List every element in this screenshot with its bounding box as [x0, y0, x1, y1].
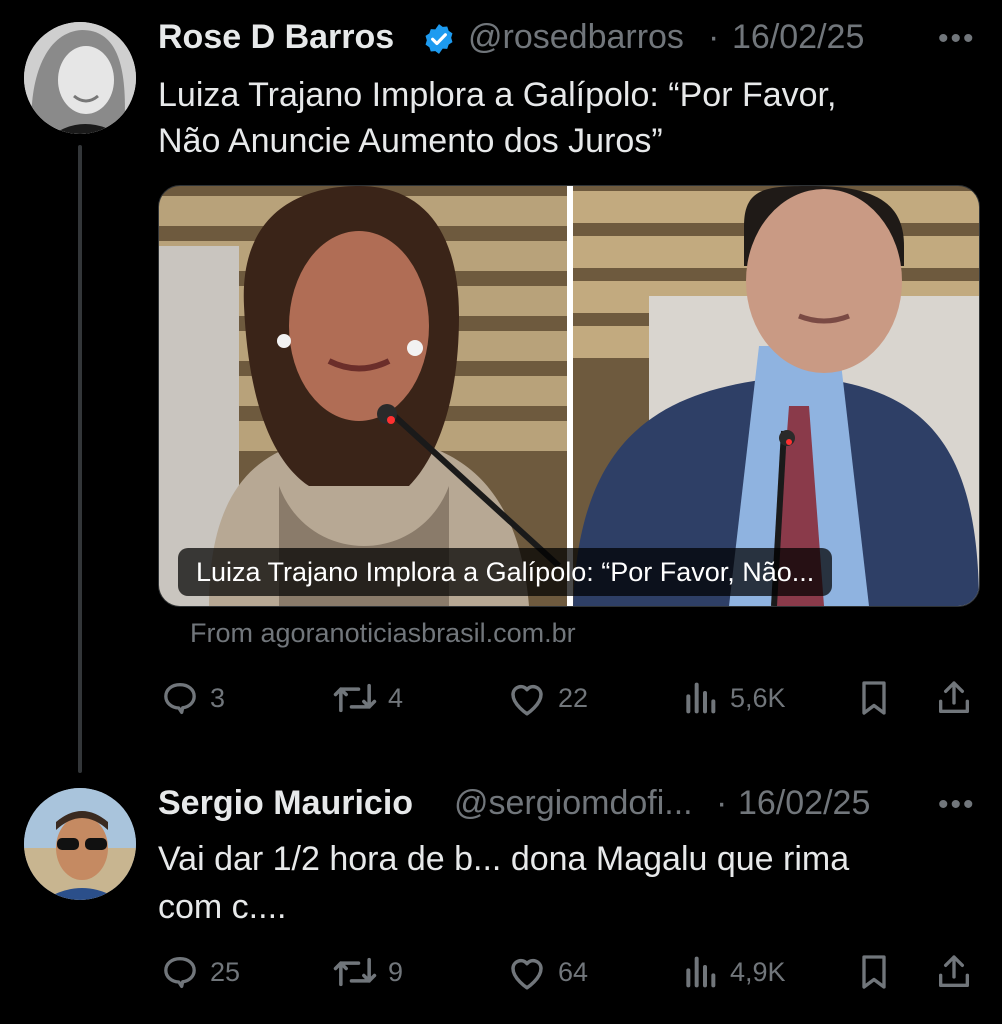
- views-button[interactable]: 5,6K: [680, 678, 786, 718]
- avatar-photo: [24, 788, 136, 900]
- author-handle[interactable]: @sergiomdofi...: [454, 784, 693, 823]
- reply-text-line-1: Vai dar 1/2 hora de b... dona Magalu que…: [158, 840, 850, 878]
- avatar-photo: [24, 22, 136, 134]
- analytics-icon: [686, 682, 716, 714]
- tweet-date[interactable]: 16/02/25: [732, 18, 864, 57]
- like-button[interactable]: 22: [506, 678, 588, 718]
- separator-dot: ·: [716, 784, 728, 822]
- more-options-icon[interactable]: •••: [938, 22, 976, 56]
- link-card-caption[interactable]: Luiza Trajano Implora a Galípolo: “Por F…: [178, 548, 833, 596]
- tweet-date[interactable]: 16/02/25: [738, 784, 870, 823]
- repost-count: 9: [388, 956, 404, 987]
- link-card-image[interactable]: [158, 185, 980, 607]
- avatar[interactable]: [24, 788, 136, 900]
- analytics-icon: [686, 956, 716, 988]
- heart-icon: [511, 958, 543, 990]
- news-photo: [159, 186, 979, 606]
- author-handle[interactable]: @rosedbarros: [468, 18, 684, 57]
- heart-icon: [511, 684, 543, 716]
- repost-icon: [333, 683, 377, 713]
- repost-count: 4: [388, 682, 404, 713]
- author-name[interactable]: Rose D Barros: [158, 18, 394, 57]
- verified-badge-icon: [422, 22, 456, 56]
- like-button[interactable]: 64: [506, 952, 588, 992]
- separator-dot: ·: [708, 18, 720, 56]
- reply-icon: [164, 957, 196, 988]
- tweet-text-line-1: Luiza Trajano Implora a Galípolo: “Por F…: [158, 76, 837, 114]
- bookmark-icon[interactable]: [854, 952, 894, 997]
- thread-connector: [78, 145, 82, 773]
- link-card-source[interactable]: From agoranoticiasbrasil.com.br: [190, 618, 576, 649]
- share-icon[interactable]: [934, 678, 974, 723]
- tweet-text-line-2: Não Anuncie Aumento dos Juros”: [158, 122, 663, 160]
- share-icon[interactable]: [934, 952, 974, 997]
- like-count: 64: [558, 956, 589, 987]
- repost-button[interactable]: 9: [332, 952, 403, 992]
- like-count: 22: [558, 682, 589, 713]
- repost-icon: [333, 957, 377, 987]
- reply-button[interactable]: 25: [160, 952, 240, 992]
- reply-count: 25: [210, 956, 241, 987]
- views-button[interactable]: 4,9K: [680, 952, 786, 992]
- bookmark-icon[interactable]: [854, 678, 894, 723]
- repost-button[interactable]: 4: [332, 678, 403, 718]
- view-count: 4,9K: [730, 956, 786, 987]
- reply-button[interactable]: 3: [160, 678, 225, 718]
- reply-count: 3: [210, 682, 226, 713]
- view-count: 5,6K: [730, 682, 786, 713]
- reply-text-line-2: com c....: [158, 888, 287, 926]
- more-options-icon[interactable]: •••: [938, 788, 976, 822]
- author-name[interactable]: Sergio Mauricio: [158, 784, 413, 823]
- reply-icon: [164, 683, 196, 714]
- avatar[interactable]: [24, 22, 136, 134]
